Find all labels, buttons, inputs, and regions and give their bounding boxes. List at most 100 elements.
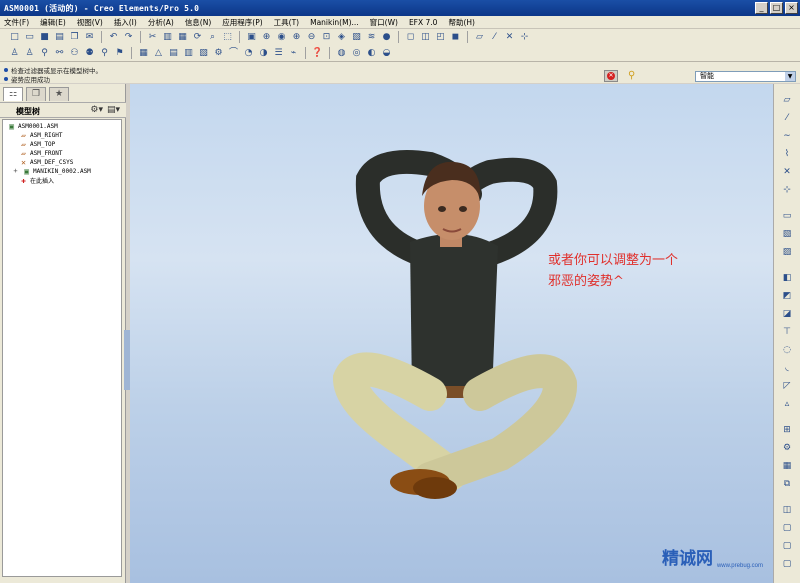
paste-special-icon[interactable]: ▦ — [176, 31, 189, 44]
paste-icon[interactable]: ▥ — [161, 31, 174, 44]
tree-columns-icon[interactable]: ▤▾ — [107, 105, 120, 115]
zoom-out-icon[interactable]: ⊖ — [305, 31, 318, 44]
axis-toggle-icon[interactable]: ⁄ — [488, 31, 501, 44]
manikin-4-icon[interactable]: ⚯ — [53, 47, 66, 60]
email-icon[interactable]: ✉ — [83, 31, 96, 44]
menu-window[interactable]: 窗口(W) — [370, 17, 398, 28]
redo-icon[interactable]: ↷ — [122, 31, 135, 44]
appearance-icon[interactable]: ● — [380, 31, 393, 44]
wireframe-icon[interactable]: ◻ — [404, 31, 417, 44]
create-component-icon[interactable]: ▧ — [780, 228, 794, 241]
sketched-curve-icon[interactable]: ⌇ — [780, 148, 794, 161]
favorites-tab[interactable]: ★ — [49, 87, 69, 101]
round-icon[interactable]: ◟ — [780, 362, 794, 375]
open-icon[interactable]: ▭ — [23, 31, 36, 44]
tree-item-asm-def-csys[interactable]: ✕ ASM_DEF_CSYS — [19, 158, 73, 167]
analysis-4-icon[interactable]: ◒ — [380, 47, 393, 60]
pattern-icon[interactable]: ▦ — [780, 460, 794, 473]
posture-2-icon[interactable]: △ — [152, 47, 165, 60]
posture-6-icon[interactable]: ⚙ — [212, 47, 225, 60]
menu-manikin[interactable]: Manikin(M)... — [310, 18, 359, 27]
undo-icon[interactable]: ↶ — [107, 31, 120, 44]
datum-axis-icon[interactable]: ⁄ — [780, 112, 794, 125]
stop-button[interactable]: ✕ — [604, 70, 618, 82]
regenerate-icon[interactable]: ⟳ — [191, 31, 204, 44]
hole-icon[interactable]: ◌ — [780, 344, 794, 357]
graphics-window[interactable]: 或者你可以调整为一个 邪恶的姿势^ 精诚网 www.prebug.com — [130, 84, 773, 583]
maximize-button[interactable]: □ — [770, 2, 783, 14]
menu-view[interactable]: 视图(V) — [77, 17, 103, 28]
posture-1-icon[interactable]: ▦ — [137, 47, 150, 60]
datum-point-icon[interactable]: ✕ — [780, 166, 794, 179]
manikin-7-icon[interactable]: ⚲ — [98, 47, 111, 60]
tree-item-insert-here[interactable]: ✚ 在此插入 — [19, 176, 54, 185]
no-hidden-icon[interactable]: ◰ — [434, 31, 447, 44]
help-icon[interactable]: ❓ — [311, 47, 324, 60]
selection-filter-dropdown[interactable]: 智能 ▼ — [695, 71, 796, 82]
saved-views-icon[interactable]: ▧ — [350, 31, 363, 44]
spin-center-icon[interactable]: ⊕ — [260, 31, 273, 44]
selection-filter-icon[interactable]: ⚲ — [628, 70, 635, 81]
tree-item-asm-front[interactable]: ▱ ASM_FRONT — [19, 149, 62, 158]
tree-settings-icon[interactable]: ⚙▾ — [90, 105, 103, 115]
rib-icon[interactable]: ▵ — [780, 398, 794, 411]
zoom-in-icon[interactable]: ⊕ — [290, 31, 303, 44]
manikin-6-icon[interactable]: ⚉ — [83, 47, 96, 60]
hidden-line-icon[interactable]: ◫ — [419, 31, 432, 44]
tree-item-asm-top[interactable]: ▱ ASM_TOP — [19, 140, 55, 149]
trim-icon[interactable]: ▢ — [780, 522, 794, 535]
analysis-1-icon[interactable]: ◍ — [335, 47, 348, 60]
shading-icon[interactable]: ◼ — [449, 31, 462, 44]
posture-5-icon[interactable]: ▧ — [197, 47, 210, 60]
posture-4-icon[interactable]: ▥ — [182, 47, 195, 60]
point-toggle-icon[interactable]: ✕ — [503, 31, 516, 44]
new-icon[interactable]: □ — [8, 31, 21, 44]
posture-3-icon[interactable]: ▤ — [167, 47, 180, 60]
offset-icon[interactable]: ▢ — [780, 540, 794, 553]
revolve-icon[interactable]: ◩ — [780, 290, 794, 303]
csys-icon[interactable]: ⊹ — [780, 184, 794, 197]
model-tree-tab[interactable]: ⚏ — [3, 87, 23, 101]
csys-toggle-icon[interactable]: ⊹ — [518, 31, 531, 44]
manikin-2-icon[interactable]: ♙ — [23, 47, 36, 60]
analysis-3-icon[interactable]: ◐ — [365, 47, 378, 60]
shell-icon[interactable]: ⚙ — [780, 442, 794, 455]
menu-tools[interactable]: 工具(T) — [274, 17, 299, 28]
posture-8-icon[interactable]: ◔ — [242, 47, 255, 60]
refit-icon[interactable]: ⊡ — [320, 31, 333, 44]
tree-item-asm0001[interactable]: ▣ ASM0001.ASM — [7, 122, 58, 131]
menu-file[interactable]: 文件(F) — [4, 17, 29, 28]
menu-insert[interactable]: 插入(I) — [114, 17, 137, 28]
manikin-8-icon[interactable]: ⚑ — [113, 47, 126, 60]
manikin-3-icon[interactable]: ⚲ — [38, 47, 51, 60]
datum-curve-icon[interactable]: ∼ — [780, 130, 794, 143]
select-box-icon[interactable]: ⬚ — [221, 31, 234, 44]
menu-analysis[interactable]: 分析(A) — [148, 17, 174, 28]
package-icon[interactable]: ▨ — [780, 246, 794, 259]
chevron-down-icon[interactable]: ▼ — [785, 72, 795, 81]
mirror-icon[interactable]: ⧉ — [780, 478, 794, 491]
save-icon[interactable]: ■ — [38, 31, 51, 44]
minimize-button[interactable]: _ — [755, 2, 768, 14]
menu-info[interactable]: 信息(N) — [185, 17, 211, 28]
analysis-2-icon[interactable]: ◎ — [350, 47, 363, 60]
posture-11-icon[interactable]: ⌁ — [287, 47, 300, 60]
sweep-icon[interactable]: ◪ — [780, 308, 794, 321]
chamfer-icon[interactable]: ◸ — [780, 380, 794, 393]
view-icon[interactable]: ◉ — [275, 31, 288, 44]
cut-icon[interactable]: ✂ — [146, 31, 159, 44]
folder-browser-tab[interactable]: ❐ — [26, 87, 46, 101]
menu-efx[interactable]: EFX 7.0 — [409, 18, 438, 27]
posture-10-icon[interactable]: ☰ — [272, 47, 285, 60]
repaint-icon[interactable]: ▣ — [245, 31, 258, 44]
posture-7-icon[interactable]: ⌒ — [227, 47, 240, 60]
expand-icon[interactable]: + — [11, 167, 20, 176]
menu-applications[interactable]: 应用程序(P) — [222, 17, 262, 28]
posture-9-icon[interactable]: ◑ — [257, 47, 270, 60]
manikin-5-icon[interactable]: ⚇ — [68, 47, 81, 60]
datum-plane-icon[interactable]: ▱ — [780, 94, 794, 107]
draft-icon[interactable]: ⊞ — [780, 424, 794, 437]
merge-icon[interactable]: ◫ — [780, 504, 794, 517]
reorient-icon[interactable]: ◈ — [335, 31, 348, 44]
extrude-icon[interactable]: ◧ — [780, 272, 794, 285]
